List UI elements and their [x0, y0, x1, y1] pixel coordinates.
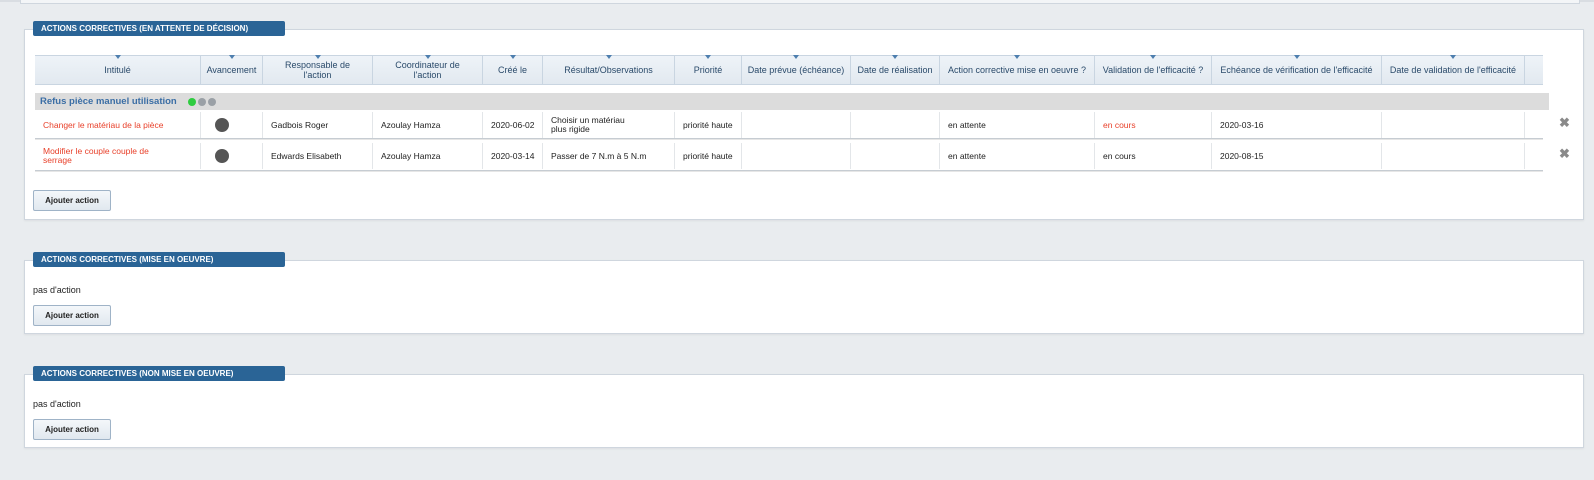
- add-action-button[interactable]: Ajouter action: [33, 419, 111, 440]
- column-header-avancement[interactable]: Avancement: [201, 55, 263, 84]
- sort-arrow-icon: [605, 55, 612, 59]
- responsable-cell: Edwards Elisabeth: [263, 143, 373, 169]
- cree-le-cell: 2020-06-02: [483, 112, 543, 138]
- panel-title: ACTIONS CORRECTIVES (EN ATTENTE DE DÉCIS…: [33, 21, 285, 36]
- mise-en-oeuvre-cell: en attente: [940, 112, 1095, 138]
- column-header-responsable[interactable]: Responsable de l'action: [263, 55, 373, 84]
- column-header-intitule[interactable]: Intitulé: [35, 55, 201, 84]
- group-label: Refus pièce manuel utilisation: [40, 96, 177, 107]
- coordinateur-cell: Azoulay Hamza: [373, 112, 483, 138]
- date-validation-cell: [1382, 112, 1525, 138]
- cree-le-cell: 2020-03-14: [483, 143, 543, 169]
- remove-row-icon[interactable]: ✖: [1559, 116, 1570, 129]
- validation-cell: en cours: [1095, 112, 1212, 138]
- priorite-cell: priorité haute: [675, 143, 742, 169]
- column-header-validation[interactable]: Validation de l'efficacité ?: [1095, 55, 1212, 84]
- action-title-link[interactable]: Changer le matériau de la pièce: [35, 112, 201, 138]
- resultat-cell: Choisir un matériau plus rigide: [543, 112, 675, 138]
- empty-state-text: pas d'action: [33, 285, 81, 295]
- panel-title: ACTIONS CORRECTIVES (MISE EN OEUVRE): [33, 252, 285, 267]
- progress-indicator-icon: [215, 118, 229, 132]
- sort-arrow-icon: [1014, 55, 1020, 59]
- panel-implemented: ACTIONS CORRECTIVES (MISE EN OEUVRE) pas…: [24, 252, 1584, 334]
- column-header-resultat[interactable]: Résultat/Observations: [543, 55, 675, 84]
- validation-cell: en cours: [1095, 143, 1212, 169]
- sort-arrow-icon: [1450, 55, 1456, 59]
- action-title-link[interactable]: Modifier le couple couple de serrage: [35, 143, 201, 169]
- remove-row-icon[interactable]: ✖: [1559, 147, 1570, 160]
- progress-cell: [201, 143, 263, 169]
- date-realisation-cell: [851, 112, 940, 138]
- column-header-date-realisation[interactable]: Date de réalisation: [851, 55, 940, 84]
- date-validation-cell: [1382, 143, 1525, 169]
- add-action-button[interactable]: Ajouter action: [33, 190, 111, 211]
- status-dot-green: [188, 98, 196, 106]
- status-dot-gray: [198, 98, 206, 106]
- progress-indicator-icon: [215, 149, 229, 163]
- coordinateur-cell: Azoulay Hamza: [373, 143, 483, 169]
- echeance-verif-cell: 2020-08-15: [1212, 143, 1382, 169]
- column-header-date-prevue[interactable]: Date prévue (échéance): [742, 55, 851, 84]
- column-header-echeance-verif[interactable]: Echéance de vérification de l'efficacité: [1212, 55, 1382, 84]
- progress-cell: [201, 112, 263, 138]
- sort-arrow-icon: [892, 55, 898, 59]
- priorite-cell: priorité haute: [675, 112, 742, 138]
- sort-arrow-icon: [1293, 55, 1300, 59]
- panel-title: ACTIONS CORRECTIVES (NON MISE EN OEUVRE): [33, 366, 285, 381]
- sort-arrow-icon: [509, 55, 516, 59]
- add-action-button[interactable]: Ajouter action: [33, 305, 111, 326]
- echeance-verif-cell: 2020-03-16: [1212, 112, 1382, 138]
- group-row: Refus pièce manuel utilisation: [35, 93, 1549, 110]
- mise-en-oeuvre-cell: en attente: [940, 143, 1095, 169]
- date-prevue-cell: [742, 143, 851, 169]
- column-header-cree-le[interactable]: Créé le: [483, 55, 543, 84]
- column-header-coordinateur[interactable]: Coordinateur de l'action: [373, 55, 483, 84]
- responsable-cell: Gadbois Roger: [263, 112, 373, 138]
- date-prevue-cell: [742, 112, 851, 138]
- sort-arrow-icon: [114, 55, 121, 59]
- sort-arrow-icon: [228, 55, 235, 59]
- table-row[interactable]: Changer le matériau de la pièce Gadbois …: [35, 112, 1543, 139]
- status-dot-gray: [208, 98, 216, 106]
- date-realisation-cell: [851, 143, 940, 169]
- sort-arrow-icon: [793, 55, 799, 59]
- empty-state-text: pas d'action: [33, 399, 81, 409]
- column-header-mise-en-oeuvre[interactable]: Action corrective mise en oeuvre ?: [940, 55, 1095, 84]
- sort-arrow-icon: [705, 55, 711, 59]
- sort-arrow-icon: [424, 55, 431, 59]
- column-header-date-validation[interactable]: Date de validation de l'efficacité: [1382, 55, 1525, 84]
- sort-arrow-icon: [314, 55, 321, 59]
- table-header: Intitulé Avancement Responsable de l'act…: [35, 55, 1543, 85]
- top-panel-edge: [20, 0, 1580, 4]
- table-row[interactable]: Modifier le couple couple de serrage Edw…: [35, 143, 1543, 171]
- sort-arrow-icon: [1150, 55, 1156, 59]
- panel-pending-decision: ACTIONS CORRECTIVES (EN ATTENTE DE DÉCIS…: [24, 21, 1584, 220]
- panel-not-implemented: ACTIONS CORRECTIVES (NON MISE EN OEUVRE)…: [24, 366, 1584, 448]
- resultat-cell: Passer de 7 N.m à 5 N.m: [543, 143, 675, 169]
- column-header-priorite[interactable]: Priorité: [675, 55, 742, 84]
